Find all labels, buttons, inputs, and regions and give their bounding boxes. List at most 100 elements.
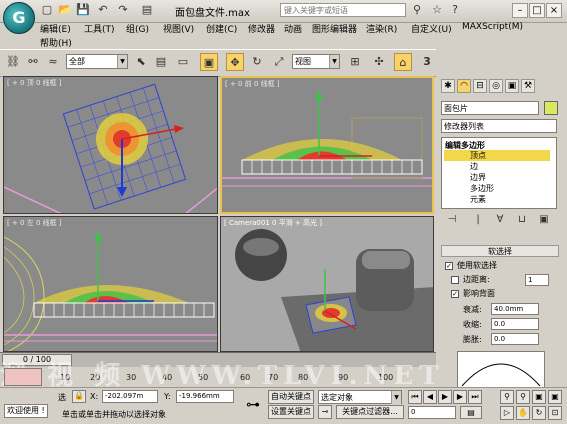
- use-soft-selection-checkbox[interactable]: ✓: [445, 262, 453, 270]
- zoom-all-icon[interactable]: ⚲: [516, 390, 530, 404]
- minimize-button[interactable]: –: [512, 3, 528, 18]
- bubble-spinner[interactable]: 0.0: [491, 333, 539, 345]
- select-by-name-icon[interactable]: ▤: [152, 53, 170, 71]
- y-coordinate-field[interactable]: -19.966mm: [176, 390, 234, 403]
- unlink-icon[interactable]: ⚯: [24, 53, 42, 71]
- pin-stack-icon[interactable]: ⊣: [443, 211, 461, 229]
- lock-selection-icon[interactable]: 🔒: [72, 390, 86, 403]
- rotate-icon[interactable]: ↻: [248, 53, 266, 71]
- close-button[interactable]: ×: [546, 3, 562, 18]
- menu-animation[interactable]: 动画: [284, 22, 302, 35]
- goto-start-icon[interactable]: ⏮: [408, 390, 422, 404]
- rect-selection-icon[interactable]: ▭: [174, 53, 192, 71]
- key-filter-icon[interactable]: ⊸: [318, 405, 332, 419]
- menu-help[interactable]: 帮助(H): [40, 36, 72, 49]
- menu-views[interactable]: 视图(V): [163, 22, 194, 35]
- prev-frame-icon[interactable]: ◀: [423, 390, 437, 404]
- selection-filter-dropdown[interactable]: 全部 ▼: [66, 54, 128, 69]
- keyboard-shortcut-icon[interactable]: ⌂: [394, 53, 412, 71]
- move-icon[interactable]: ✥: [226, 53, 244, 71]
- viewport-front[interactable]: [ + 0 前 0 线框 ]: [220, 76, 434, 214]
- field-of-view-icon[interactable]: ▷: [500, 406, 514, 420]
- menu-group[interactable]: 组(G): [126, 22, 149, 35]
- stack-item-border[interactable]: 边界: [470, 172, 486, 183]
- undo-icon[interactable]: ↶: [96, 3, 110, 17]
- edge-distance-spinner[interactable]: 1: [525, 274, 549, 286]
- new-icon[interactable]: ▢: [40, 3, 54, 17]
- edge-distance-checkbox[interactable]: [451, 276, 459, 284]
- search-input[interactable]: 键入关键字或短语: [280, 3, 406, 17]
- zoom-extents-icon[interactable]: ▣: [532, 390, 546, 404]
- object-color-swatch[interactable]: [544, 101, 558, 115]
- affect-backfacing-checkbox[interactable]: ✓: [451, 290, 459, 298]
- key-filters-button[interactable]: 关键点过滤器...: [336, 405, 404, 419]
- search-icon[interactable]: ⚲: [410, 3, 424, 17]
- zoom-icon[interactable]: ⚲: [500, 390, 514, 404]
- modifier-list-dropdown[interactable]: 修改器列表: [441, 119, 557, 133]
- help-icon[interactable]: ?: [448, 3, 462, 17]
- pivot-center-icon[interactable]: ⊞: [346, 53, 364, 71]
- falloff-spinner[interactable]: 40.0mm: [491, 303, 539, 315]
- star-icon[interactable]: ☆: [430, 3, 444, 17]
- viewport-camera[interactable]: [ Camera001 0 平滑 + 高光 ]: [220, 216, 434, 352]
- motion-tab-icon[interactable]: ◎: [489, 79, 503, 93]
- zoom-extents-all-icon[interactable]: ▣: [548, 390, 562, 404]
- viewport-top[interactable]: [ + 0 顶 0 线框 ]: [3, 76, 218, 214]
- project-icon[interactable]: ▤: [140, 3, 154, 17]
- save-icon[interactable]: 💾: [76, 3, 90, 17]
- time-slider-thumb[interactable]: 0 / 100: [2, 354, 72, 366]
- viewport-left[interactable]: [ + 0 左 0 线框 ]: [3, 216, 218, 352]
- track-bar[interactable]: 0 10 20 30 40 50 60 70 80 90 100: [0, 367, 436, 387]
- welcome-field[interactable]: 欢迎使用 !: [4, 404, 48, 418]
- show-end-result-icon[interactable]: |: [469, 211, 487, 229]
- modify-tab-icon[interactable]: ◠: [457, 79, 471, 93]
- utilities-tab-icon[interactable]: ⚒: [521, 79, 535, 93]
- soft-selection-rollout[interactable]: 软选择: [441, 245, 559, 257]
- hierarchy-tab-icon[interactable]: ⊟: [473, 79, 487, 93]
- bind-space-warp-icon[interactable]: ≈: [44, 53, 62, 71]
- select-object-icon[interactable]: ⬉: [132, 53, 150, 71]
- configure-sets-icon[interactable]: ▣: [535, 211, 553, 229]
- stack-item-edge[interactable]: 边: [470, 161, 478, 172]
- make-unique-icon[interactable]: ∀: [491, 211, 509, 229]
- key-icon[interactable]: ⊶: [242, 394, 264, 416]
- set-key-button[interactable]: 设置关键点: [268, 405, 314, 419]
- stack-item-polygon[interactable]: 多边形: [470, 183, 494, 194]
- menu-maxscript[interactable]: MAXScript(M): [462, 22, 523, 32]
- menu-rendering[interactable]: 渲染(R): [366, 22, 397, 35]
- open-icon[interactable]: 📂: [58, 3, 72, 17]
- menu-graph-editors[interactable]: 图形编辑器: [312, 22, 357, 35]
- pinch-spinner[interactable]: 0.0: [491, 318, 539, 330]
- display-tab-icon[interactable]: ▣: [505, 79, 519, 93]
- auto-key-button[interactable]: 自动关键点: [268, 390, 314, 404]
- pan-icon[interactable]: ✋: [516, 406, 530, 420]
- current-frame-field[interactable]: 0: [408, 406, 456, 419]
- stack-item-element[interactable]: 元素: [470, 194, 486, 205]
- reference-coord-dropdown[interactable]: 视图 ▼: [292, 54, 340, 69]
- remove-modifier-icon[interactable]: ⊔: [513, 211, 531, 229]
- link-icon[interactable]: ⛓: [4, 53, 22, 71]
- menu-customize[interactable]: 自定义(U): [411, 22, 452, 35]
- menu-modifiers[interactable]: 修改器: [248, 22, 275, 35]
- orbit-icon[interactable]: ↻: [532, 406, 546, 420]
- maxscript-listener-mini[interactable]: [4, 368, 42, 386]
- maximize-button[interactable]: □: [529, 3, 545, 18]
- menu-edit[interactable]: 编辑(E): [40, 22, 71, 35]
- menu-create[interactable]: 创建(C): [206, 22, 237, 35]
- menu-tools[interactable]: 工具(T): [84, 22, 115, 35]
- create-tab-icon[interactable]: ✱: [441, 79, 455, 93]
- play-icon[interactable]: ▶: [438, 390, 452, 404]
- stack-item-vertex[interactable]: 顶点: [470, 150, 486, 161]
- time-config-icon[interactable]: ▤: [460, 406, 482, 419]
- x-coordinate-field[interactable]: -202.097m: [102, 390, 158, 403]
- snap-toggle-label[interactable]: 3: [418, 53, 436, 71]
- goto-end-icon[interactable]: ⏭: [468, 390, 482, 404]
- redo-icon[interactable]: ↷: [116, 3, 130, 17]
- scale-icon[interactable]: ⤢: [270, 53, 288, 71]
- object-name-field[interactable]: 面包片: [441, 101, 539, 115]
- window-crossing-icon[interactable]: ▣: [200, 53, 218, 71]
- time-slider[interactable]: 0 / 100: [0, 352, 436, 368]
- key-mode-dropdown[interactable]: 选定对象 ▼: [318, 390, 402, 404]
- select-manipulate-icon[interactable]: ✣: [370, 53, 388, 71]
- app-logo[interactable]: G: [3, 2, 35, 34]
